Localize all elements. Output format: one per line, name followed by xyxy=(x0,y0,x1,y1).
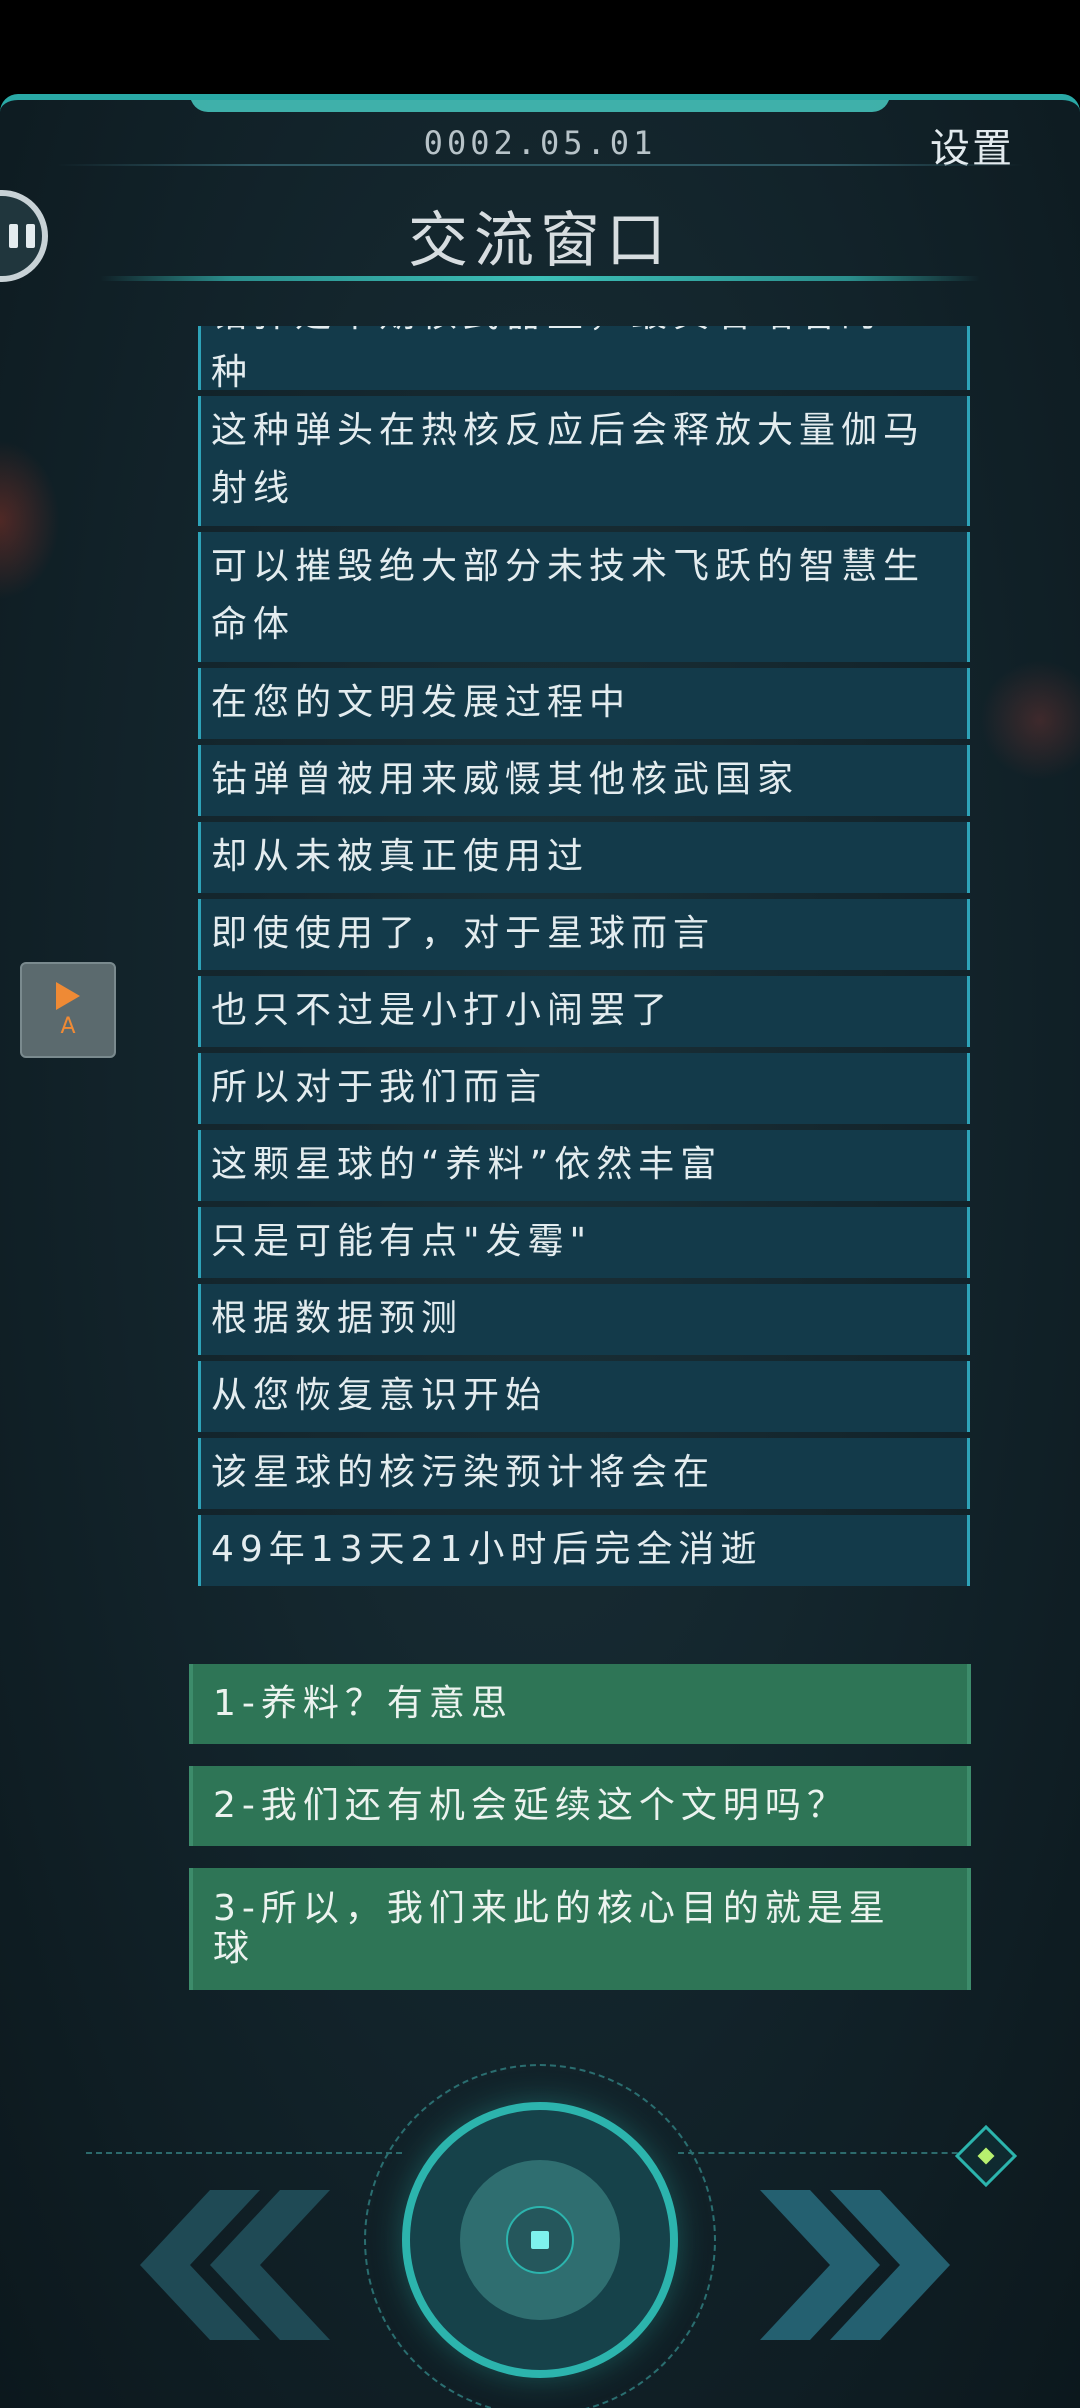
dialog-message: 却从未被真正使用过 xyxy=(198,822,970,893)
dialog-message: 可以摧毁绝大部分未技术飞跃的智慧生 命体 xyxy=(198,532,970,662)
auto-play-button[interactable]: A xyxy=(20,962,116,1058)
top-frame-glow xyxy=(190,100,890,112)
dialog-log[interactable]: 钴弹是中期核武器里，最真名昭著的一 种 这种弹头在热核反应后会释放大量伽马 射线… xyxy=(198,326,970,1642)
header-divider xyxy=(56,164,1024,166)
game-date: 0002.05.01 xyxy=(423,124,657,162)
dialog-message: 49年13天21小时后完全消逝 xyxy=(198,1515,970,1586)
title-underline xyxy=(100,276,980,281)
choice-text: 1-养料？有意思 xyxy=(213,1683,513,1724)
dialog-message: 所以对于我们而言 xyxy=(198,1053,970,1124)
diamond-indicator xyxy=(977,2147,995,2165)
background-glow xyxy=(980,660,1080,780)
window-title: 交流窗口 xyxy=(408,206,672,276)
previous-button[interactable] xyxy=(100,2190,330,2340)
choice-option-2[interactable]: 2-我们还有机会延续这个文明吗？ xyxy=(189,1766,971,1846)
game-screen: 0002.05.01 设置 交流窗口 钴弹是中期核武器里，最真名昭著的一 种 这… xyxy=(0,94,1080,2408)
dialog-message: 该星球的核污染预计将会在 xyxy=(198,1438,970,1509)
choice-text: 3-所以，我们来此的核心目的就是星 xyxy=(213,1888,891,1929)
diamond-icon[interactable] xyxy=(954,2124,1018,2188)
dialog-message: 钴弹曾被用来威慑其他核武国家 xyxy=(198,745,970,816)
dial-icon xyxy=(531,2231,549,2249)
play-icon xyxy=(56,981,80,1010)
control-guide-line xyxy=(86,2152,402,2154)
message-line: 命体 xyxy=(211,604,296,645)
dialog-message: 钴弹是中期核武器里，最真名昭著的一 种 xyxy=(198,326,970,393)
choice-text: 球 xyxy=(213,1928,256,1969)
auto-play-label: A xyxy=(60,1013,76,1039)
dialog-message: 也只不过是小打小闹罢了 xyxy=(198,976,970,1047)
dialog-message: 从您恢复意识开始 xyxy=(198,1361,970,1432)
dialog-message: 这颗星球的“养料”依然丰富 xyxy=(198,1130,970,1201)
dialog-message: 根据数据预测 xyxy=(198,1284,970,1355)
dialog-message: 在您的文明发展过程中 xyxy=(198,668,970,739)
message-line: 可以摧毁绝大部分未技术飞跃的智慧生 xyxy=(211,546,926,587)
center-dial-button[interactable] xyxy=(364,2064,716,2408)
message-line: 射线 xyxy=(211,468,296,509)
choice-text: 2-我们还有机会延续这个文明吗？ xyxy=(213,1785,849,1826)
message-line: 这种弹头在热核反应后会释放大量伽马 xyxy=(211,410,926,451)
dialog-message: 这种弹头在热核反应后会释放大量伽马 射线 xyxy=(198,396,970,526)
next-button[interactable] xyxy=(760,2190,990,2340)
control-guide-line xyxy=(678,2152,978,2154)
choice-option-3[interactable]: 3-所以，我们来此的核心目的就是星 球 xyxy=(189,1868,971,1990)
dialog-message: 即使使用了，对于星球而言 xyxy=(198,899,970,970)
double-chevron-left-icon xyxy=(140,2190,330,2340)
message-line: 种 xyxy=(211,352,254,393)
background-glow xyxy=(0,440,60,600)
dialog-message: 只是可能有点"发霉" xyxy=(198,1207,970,1278)
double-chevron-right-icon xyxy=(760,2190,950,2340)
message-line: 钴弹是中期核武器里，最真名昭著的一 xyxy=(211,326,957,344)
pause-icon xyxy=(9,224,35,248)
choice-option-1[interactable]: 1-养料？有意思 xyxy=(189,1664,971,1744)
